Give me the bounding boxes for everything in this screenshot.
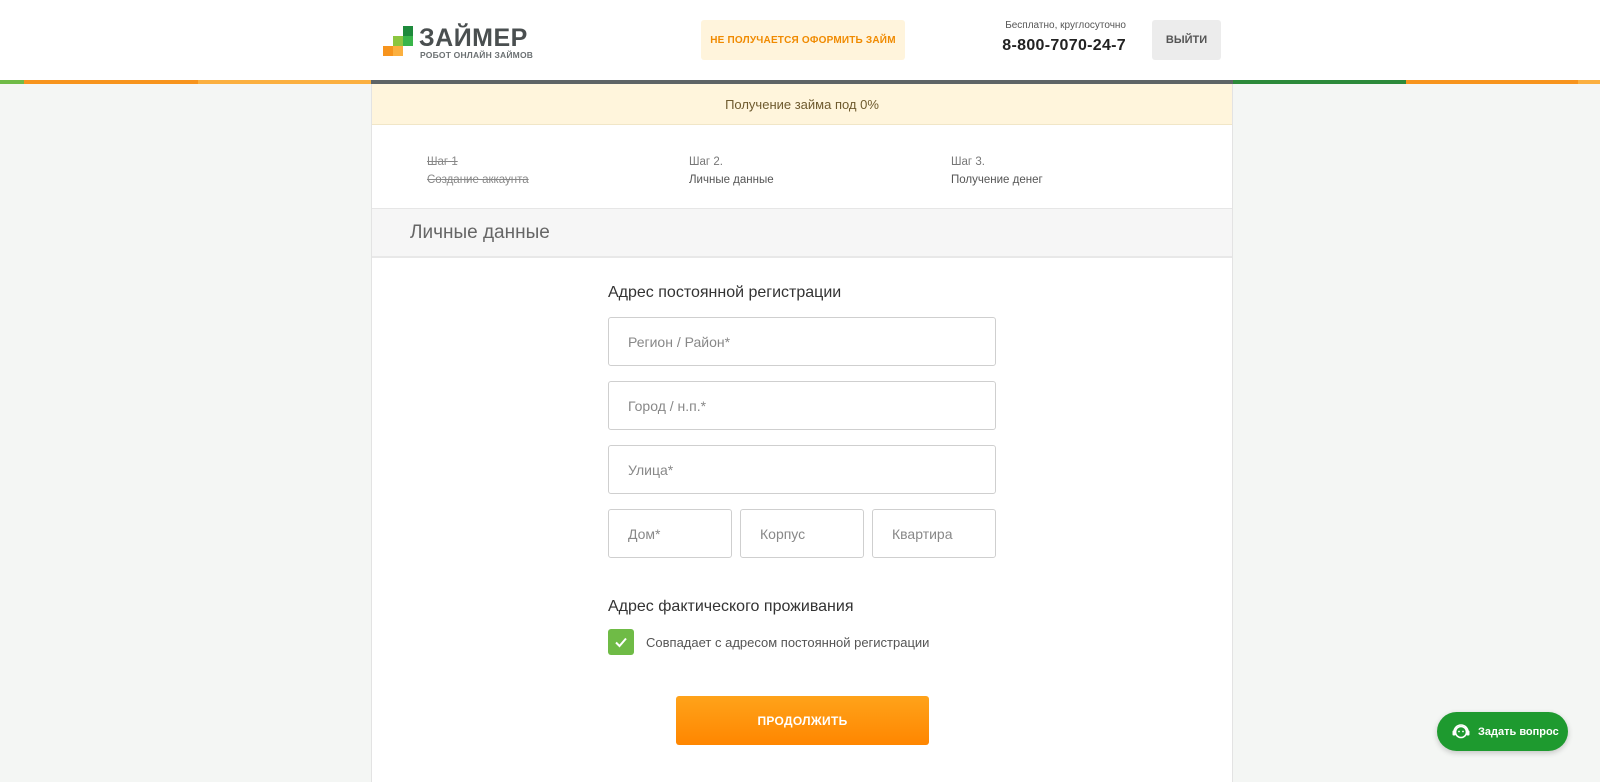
address-form: Адрес постоянной регистрации Регион / Ра… <box>608 284 998 655</box>
street-input[interactable]: Улица* <box>608 445 996 494</box>
same-address-checkbox[interactable] <box>608 629 634 655</box>
step-name: Получение денег <box>951 174 1043 186</box>
promo-banner: Получение займа под 0% <box>372 84 1232 125</box>
section-title: Личные данные <box>372 209 1232 258</box>
phone-note: Бесплатно, круглосуточно <box>1005 20 1126 31</box>
step-name: Личные данные <box>689 174 774 186</box>
checkmark-icon <box>615 637 627 648</box>
logo-title: ЗАЙМЕР <box>419 24 528 52</box>
same-address-row[interactable]: Совпадает с адресом постоянной регистрац… <box>608 629 998 655</box>
steps-progress: Шаг 1 Создание аккаунта Шаг 2. Личные да… <box>372 125 1232 209</box>
step-3: Шаг 3. Получение денег <box>951 153 1043 189</box>
step-2: Шаг 2. Личные данные <box>689 153 774 189</box>
step-1: Шаг 1 Создание аккаунта <box>427 153 529 189</box>
step-number: Шаг 3. <box>951 156 985 168</box>
logo-mark-icon <box>383 26 413 58</box>
region-input[interactable]: Регион / Район* <box>608 317 996 366</box>
ask-question-button[interactable]: Задать вопрос <box>1437 712 1568 751</box>
logo-subtitle: РОБОТ ОНЛАЙН ЗАЙМОВ <box>420 50 534 60</box>
main-panel: Получение займа под 0% Шаг 1 Создание ак… <box>371 84 1233 782</box>
continue-button[interactable]: ПРОДОЛЖИТЬ <box>676 696 929 745</box>
phone-number-link[interactable]: 8-800-7070-24-7 <box>961 37 1126 55</box>
logout-button[interactable]: ВЫЙТИ <box>1152 20 1221 60</box>
logo[interactable]: ЗАЙМЕР РОБОТ ОНЛАЙН ЗАЙМОВ <box>383 24 534 62</box>
house-input[interactable]: Дом* <box>608 509 732 558</box>
house-row: Дом* Корпус Квартира <box>608 509 996 558</box>
site-header: ЗАЙМЕР РОБОТ ОНЛАЙН ЗАЙМОВ НЕ ПОЛУЧАЕТСЯ… <box>0 0 1600 80</box>
apartment-input[interactable]: Квартира <box>872 509 996 558</box>
step-number: Шаг 2. <box>689 156 723 168</box>
city-input[interactable]: Город / н.п.* <box>608 381 996 430</box>
ask-question-label: Задать вопрос <box>1478 725 1559 738</box>
registration-address-heading: Адрес постоянной регистрации <box>608 284 842 301</box>
actual-address-heading: Адрес фактического проживания <box>608 598 854 615</box>
support-agent-icon <box>1452 723 1470 738</box>
same-address-label: Совпадает с адресом постоянной регистрац… <box>646 634 930 650</box>
step-name: Создание аккаунта <box>427 174 529 186</box>
step-number: Шаг 1 <box>427 156 458 168</box>
building-input[interactable]: Корпус <box>740 509 864 558</box>
cant-apply-help-button[interactable]: НЕ ПОЛУЧАЕТСЯ ОФОРМИТЬ ЗАЙМ <box>701 20 905 60</box>
